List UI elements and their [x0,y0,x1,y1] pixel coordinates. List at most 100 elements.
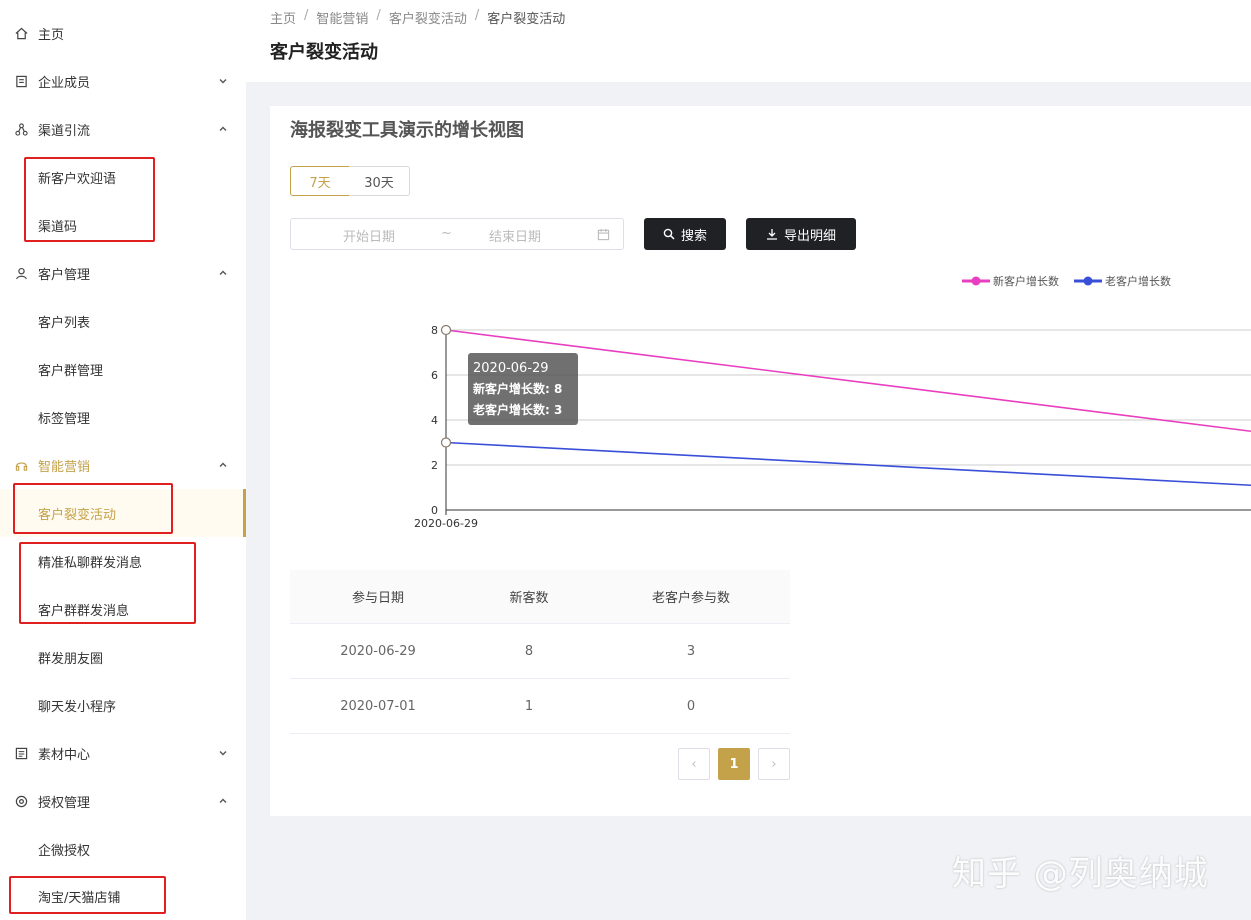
chevron-down-icon [219,751,227,756]
table-cell: 1 [524,698,534,714]
sidebar-item-members[interactable]: 企业成员 [0,57,246,105]
search-icon [663,228,675,240]
tab-7-days[interactable]: 7天 [290,166,350,196]
search-button[interactable]: 搜索 [644,218,726,250]
sidebar-item-label: 素材中心 [38,747,91,763]
page-header: 主页 / 智能营销 / 客户裂变活动 / 客户裂变活动 客户裂变活动 [246,0,1251,82]
sidebar-item-mini-program[interactable]: 聊天发小程序 [0,681,246,729]
network-icon [14,122,28,136]
sidebar-item-channel-code[interactable]: 渠道码 [0,201,246,249]
breadcrumb-item[interactable]: 客户裂变活动 [389,8,467,27]
sidebar-item-tag-management[interactable]: 标签管理 [0,393,246,441]
y-tick-label: 0 [431,504,438,517]
tooltip-line: 新客户增长数: 8 [473,382,563,396]
sidebar-item-wecom-auth[interactable]: 企微授权 [0,825,246,873]
card-title: 海报裂变工具演示的增长视图 [290,120,524,141]
table-cell: 3 [686,643,696,659]
pagination-prev-button[interactable]: ‹ [678,748,710,780]
breadcrumb-item[interactable]: 主页 [270,8,296,27]
export-button[interactable]: 导出明细 [746,218,856,250]
sidebar-item-material-center[interactable]: 素材中心 [0,729,246,777]
sidebar-item-label: 客户管理 [38,267,91,283]
y-tick-label: 2 [431,459,438,472]
table-row: 2020-07-01 1 0 [290,679,790,734]
tooltip-line: 老客户增长数: 3 [473,403,563,417]
download-icon [766,229,777,240]
start-date-input[interactable]: 开始日期 [343,226,395,245]
sidebar-item-label: 精准私聊群发消息 [38,555,143,571]
sidebar-item-label: 渠道码 [38,219,78,235]
date-range-separator: ~ [441,226,452,241]
sidebar-item-moments-broadcast[interactable]: 群发朋友圈 [0,633,246,681]
chevron-up-icon [219,798,227,803]
sidebar-item-home[interactable]: 主页 [0,9,246,57]
y-tick-label: 4 [431,414,438,427]
table-header-row: 参与日期 新客数 老客户参与数 [290,570,790,624]
table-cell: 2020-06-29 [340,643,416,659]
user-icon [14,266,28,280]
sidebar-item-customer-list[interactable]: 客户列表 [0,297,246,345]
sidebar-item-welcome-message[interactable]: 新客户欢迎语 [0,153,246,201]
document-icon [14,746,28,760]
sidebar-item-label: 客户裂变活动 [38,507,117,523]
pagination-page-1[interactable]: 1 [718,748,750,780]
breadcrumb: 主页 / 智能营销 / 客户裂变活动 / 客户裂变活动 [270,8,566,27]
sidebar-item-label: 客户群群发消息 [38,603,130,619]
sidebar-item-private-mass-message[interactable]: 精准私聊群发消息 [0,537,246,585]
target-icon [14,794,28,808]
sidebar-item-smart-marketing[interactable]: 智能营销 [0,441,246,489]
y-tick-label: 6 [431,369,438,382]
table-header-cell: 新客数 [509,591,549,606]
growth-line-chart: 0 2 4 6 8 2020-06-29 [414,324,1251,530]
watermark: 知乎 @列奥纳城 [952,854,1209,894]
chevron-down-icon [219,79,227,84]
data-point [440,437,452,448]
sidebar-item-label: 主页 [38,27,65,43]
chevron-up-icon [219,270,227,275]
chevron-up-icon [219,462,227,467]
pagination-next-button[interactable]: › [758,748,790,780]
sidebar-item-label: 渠道引流 [38,123,91,139]
chevron-up-icon [219,126,227,131]
sidebar-item-customer-management[interactable]: 客户管理 [0,249,246,297]
sidebar-item-taobao-store[interactable]: 淘宝/天猫店铺 [0,872,246,920]
sidebar-item-channel[interactable]: 渠道引流 [0,105,246,153]
sidebar-item-label: 标签管理 [38,411,91,427]
end-date-input[interactable]: 结束日期 [489,226,541,245]
breadcrumb-current: 客户裂变活动 [487,12,566,27]
sidebar-item-label: 智能营销 [38,459,91,475]
page-title: 客户裂变活动 [270,42,378,63]
calendar-icon [597,228,610,241]
table-row: 2020-06-29 8 3 [290,624,790,679]
tab-30-days[interactable]: 30天 [349,166,410,196]
sidebar-item-group-management[interactable]: 客户群管理 [0,345,246,393]
sidebar-item-label: 授权管理 [38,795,91,811]
breadcrumb-item[interactable]: 智能营销 [316,8,368,27]
y-tick-label: 8 [431,324,438,337]
table-header-cell: 参与日期 [351,591,404,606]
sidebar-item-group-mass-message[interactable]: 客户群群发消息 [0,585,246,633]
date-range-picker[interactable]: 开始日期 ~ 结束日期 [290,218,624,250]
export-button-label: 导出明细 [783,228,836,244]
x-tick-label: 2020-06-29 [414,517,478,530]
sidebar-item-label: 企业成员 [38,75,91,91]
tooltip-date: 2020-06-29 [473,361,549,376]
chart-tooltip: 2020-06-29 新客户增长数: 8 老客户增长数: 3 [468,353,578,425]
data-table: 参与日期 新客数 老客户参与数 2020-06-29 8 3 2020-07-0… [290,570,790,734]
sidebar-item-label: 聊天发小程序 [38,699,117,715]
table-cell: 0 [686,698,696,714]
home-icon [14,26,28,40]
sidebar-item-fission-activity[interactable]: 客户裂变活动 [0,489,246,537]
search-button-label: 搜索 [680,228,707,244]
data-point [440,324,452,336]
sidebar-item-authorization[interactable]: 授权管理 [0,777,246,825]
table-header-cell: 老客户参与数 [651,591,730,606]
sidebar-item-label: 新客户欢迎语 [38,171,117,187]
sidebar: 主页 企业成员 渠道引流 新客户欢迎语 渠道码 客户管理 客户列表 客户群管理 … [0,0,246,920]
sidebar-item-label: 客户群管理 [38,363,104,379]
sidebar-item-label: 群发朋友圈 [38,651,104,667]
id-card-icon [14,74,28,88]
series-line [445,441,1251,487]
table-cell: 8 [524,643,534,659]
table-cell: 2020-07-01 [340,698,416,714]
